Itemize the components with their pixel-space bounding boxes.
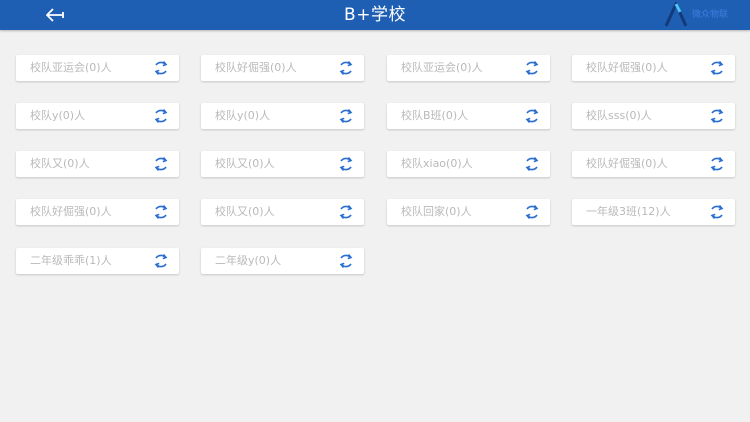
team-card[interactable]: 校队y(0)人 bbox=[201, 103, 364, 129]
team-card-label: 校队sss(0)人 bbox=[586, 109, 652, 122]
team-card[interactable]: 校队好倔强(0)人 bbox=[572, 55, 735, 81]
refresh-icon[interactable] bbox=[153, 108, 169, 124]
team-card[interactable]: 校队亚运会(0)人 bbox=[16, 55, 179, 81]
refresh-icon[interactable] bbox=[709, 60, 725, 76]
team-card-label: 校队y(0)人 bbox=[30, 109, 86, 122]
refresh-icon[interactable] bbox=[153, 253, 169, 269]
refresh-icon[interactable] bbox=[524, 204, 540, 220]
app-header: B+学校 微众物联 bbox=[0, 0, 750, 30]
team-card[interactable]: 校队又(0)人 bbox=[201, 151, 364, 177]
refresh-icon[interactable] bbox=[524, 156, 540, 172]
refresh-icon[interactable] bbox=[153, 60, 169, 76]
team-card[interactable]: 校队好倔强(0)人 bbox=[572, 151, 735, 177]
team-card[interactable]: 校队回家(0)人 bbox=[387, 199, 550, 225]
team-card[interactable]: 校队y(0)人 bbox=[16, 103, 179, 129]
team-card[interactable]: 校队B班(0)人 bbox=[387, 103, 550, 129]
team-card-label: 校队B班(0)人 bbox=[401, 109, 469, 122]
team-card[interactable]: 校队亚运会(0)人 bbox=[387, 55, 550, 81]
team-card-label: 校队又(0)人 bbox=[215, 157, 275, 170]
team-card[interactable]: 二年级乖乖(1)人 bbox=[16, 248, 179, 274]
refresh-icon[interactable] bbox=[524, 108, 540, 124]
refresh-icon[interactable] bbox=[153, 156, 169, 172]
team-card-label: 校队亚运会(0)人 bbox=[30, 61, 112, 74]
refresh-icon[interactable] bbox=[524, 60, 540, 76]
team-card-label: 校队又(0)人 bbox=[30, 157, 90, 170]
team-card-label: 校队好倔强(0)人 bbox=[30, 205, 112, 218]
team-card-label: 校队好倔强(0)人 bbox=[215, 61, 297, 74]
team-card[interactable]: 校队又(0)人 bbox=[16, 151, 179, 177]
refresh-icon[interactable] bbox=[709, 156, 725, 172]
team-card-label: 校队好倔强(0)人 bbox=[586, 157, 668, 170]
team-card[interactable]: 一年级3班(12)人 bbox=[572, 199, 735, 225]
page-title: B+学校 bbox=[344, 5, 406, 25]
refresh-icon[interactable] bbox=[338, 156, 354, 172]
logo-icon bbox=[664, 2, 688, 27]
team-card-label: 一年级3班(12)人 bbox=[586, 205, 671, 218]
team-card[interactable]: 校队好倔强(0)人 bbox=[201, 55, 364, 81]
team-card[interactable]: 校队sss(0)人 bbox=[572, 103, 735, 129]
team-card-label: 校队又(0)人 bbox=[215, 205, 275, 218]
team-card-label: 校队xiao(0)人 bbox=[401, 157, 473, 170]
team-card-label: 校队y(0)人 bbox=[215, 109, 271, 122]
logo-text: 微众物联 bbox=[692, 10, 729, 20]
brand-logo: 微众物联 bbox=[664, 2, 744, 28]
team-card-label: 二年级乖乖(1)人 bbox=[30, 254, 112, 267]
refresh-icon[interactable] bbox=[153, 204, 169, 220]
refresh-icon[interactable] bbox=[338, 253, 354, 269]
team-card-label: 校队亚运会(0)人 bbox=[401, 61, 483, 74]
team-card[interactable]: 二年级y(0)人 bbox=[201, 248, 364, 274]
team-card[interactable]: 校队好倔强(0)人 bbox=[16, 199, 179, 225]
refresh-icon[interactable] bbox=[338, 108, 354, 124]
team-card-label: 校队好倔强(0)人 bbox=[586, 61, 668, 74]
refresh-icon[interactable] bbox=[338, 204, 354, 220]
team-card-label: 二年级y(0)人 bbox=[215, 254, 282, 267]
team-card-label: 校队回家(0)人 bbox=[401, 205, 472, 218]
team-card[interactable]: 校队又(0)人 bbox=[201, 199, 364, 225]
refresh-icon[interactable] bbox=[709, 108, 725, 124]
refresh-icon[interactable] bbox=[709, 204, 725, 220]
refresh-icon[interactable] bbox=[338, 60, 354, 76]
team-card[interactable]: 校队xiao(0)人 bbox=[387, 151, 550, 177]
